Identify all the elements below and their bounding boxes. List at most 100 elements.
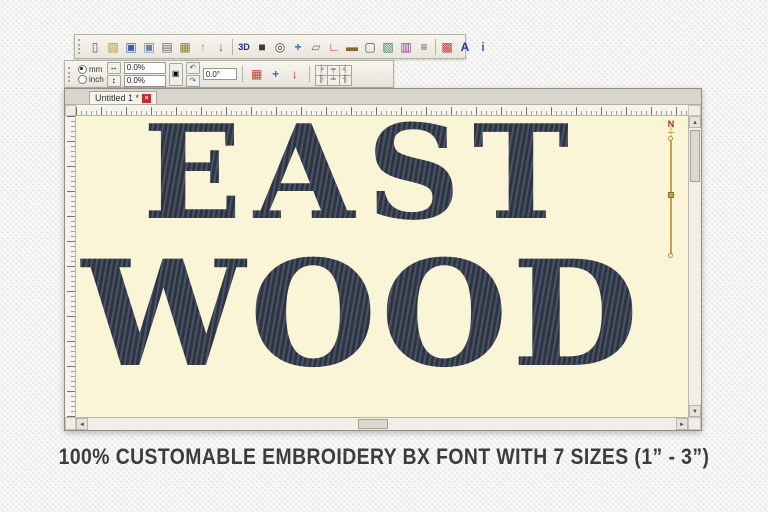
toolbar-separator xyxy=(308,66,310,82)
list-button[interactable]: ≡ xyxy=(415,38,433,56)
palette-button[interactable]: ▩ xyxy=(438,38,456,56)
copy-button[interactable]: ▤ xyxy=(158,38,176,56)
rotate-left-button[interactable]: ↶ xyxy=(185,61,200,74)
tab-close-button[interactable]: × xyxy=(142,93,152,103)
move-button[interactable]: + xyxy=(289,38,307,56)
needle-point-button[interactable]: ↓ xyxy=(286,65,304,83)
vertical-scrollbar[interactable]: ▲ ▼ xyxy=(688,116,701,417)
3d-view-button[interactable]: 3D xyxy=(235,38,253,56)
document-window: Untitled 1 * × EAST WOOD N ┼ ▲ ▼ ◄ ► xyxy=(64,88,702,431)
chart-button[interactable]: ▥ xyxy=(397,38,415,56)
color-slider-bottom-node xyxy=(668,253,673,258)
align-middle-v-icon: ╢ xyxy=(342,76,348,83)
save-all-button[interactable]: ▣ xyxy=(140,38,158,56)
align-middle-v-button[interactable]: ╢ xyxy=(338,74,352,86)
color-slider-handle[interactable] xyxy=(668,192,674,198)
measure-icon: ∟ xyxy=(328,39,340,54)
scroll-bottom-left-cap xyxy=(65,417,76,430)
new-document-button[interactable]: ▯ xyxy=(86,38,104,56)
scroll-bottom-right-cap xyxy=(688,417,701,430)
horizontal-ruler xyxy=(76,105,688,116)
image-icon: ▧ xyxy=(382,39,394,54)
unit-inch-radio[interactable]: inch xyxy=(78,74,104,84)
measure-button[interactable]: ∟ xyxy=(325,38,343,56)
align-right-icon: ╡ xyxy=(342,66,348,73)
align-top-icon: ╤ xyxy=(330,66,336,73)
alignment-buttons: ╞ ╤ ╡ ╟ ╧ ╢ xyxy=(314,64,352,86)
ruler-button[interactable]: ▬ xyxy=(343,38,361,56)
promo-caption: 100% CUSTOMABLE EMBROIDERY BX FONT WITH … xyxy=(58,444,710,469)
horizontal-scrollbar[interactable]: ◄ ► xyxy=(76,417,688,430)
arrow-down-icon: ↓ xyxy=(218,39,224,54)
compass-north-icon: N ┼ xyxy=(668,120,675,137)
design-view-button[interactable]: ■ xyxy=(253,38,271,56)
save-button[interactable]: ▣ xyxy=(122,38,140,56)
colors-icon: ▦ xyxy=(251,67,263,81)
align-bottom-icon: ╧ xyxy=(330,76,336,83)
toolbar-grip-2[interactable] xyxy=(68,66,73,82)
align-middle-h-icon: ╟ xyxy=(318,76,324,83)
open-folder-icon: ▨ xyxy=(107,39,119,54)
rotate-left-icon: ↶ xyxy=(189,62,197,72)
save-icon: ▣ xyxy=(125,39,137,54)
scroll-left-button[interactable]: ◄ xyxy=(76,418,88,430)
color-slider-track[interactable] xyxy=(668,136,674,258)
scale-x-input[interactable] xyxy=(123,61,166,74)
document-tab-title: Untitled 1 * xyxy=(95,93,140,103)
toolbar-separator xyxy=(241,66,243,82)
image-button[interactable]: ▧ xyxy=(379,38,397,56)
angle-input[interactable] xyxy=(202,68,237,80)
thread-color-bar: N ┼ xyxy=(662,120,680,258)
width-arrow-icon: ↔ xyxy=(109,62,118,72)
unit-mm-label: mm xyxy=(89,64,103,74)
stitch-back-button[interactable]: ↓ xyxy=(212,38,230,56)
scale-y-input[interactable] xyxy=(123,74,166,87)
design-view-icon: ■ xyxy=(258,39,266,54)
center-design-button[interactable]: + xyxy=(267,65,285,83)
info-button[interactable]: i xyxy=(474,38,492,56)
3d-view-label: 3D xyxy=(238,41,250,52)
eraser-button[interactable]: ▱ xyxy=(307,38,325,56)
height-spin-button[interactable]: ↕ xyxy=(106,74,121,87)
design-text-wood[interactable]: WOOD xyxy=(76,242,648,388)
frame-button[interactable]: ▢ xyxy=(361,38,379,56)
design-tools-cluster: ▦ + ↓ xyxy=(248,65,304,83)
stitch-forward-button[interactable]: ↑ xyxy=(194,38,212,56)
align-left-icon: ╞ xyxy=(318,66,324,73)
toolbar-grip[interactable] xyxy=(78,39,83,54)
needle-icon: ↓ xyxy=(291,67,298,81)
design-canvas[interactable]: EAST WOOD N ┼ xyxy=(76,116,688,417)
zoom-icon: ◎ xyxy=(274,39,286,54)
scroll-top-cap xyxy=(688,105,701,116)
chart-icon: ▥ xyxy=(400,39,412,54)
open-file-button[interactable]: ▨ xyxy=(104,38,122,56)
ruler-icon: ▬ xyxy=(346,39,358,54)
scroll-right-button[interactable]: ► xyxy=(676,418,688,430)
design-text-east[interactable]: EAST xyxy=(76,116,648,238)
move-cross-icon: + xyxy=(272,67,280,81)
move-icon: + xyxy=(294,39,302,54)
document-tab[interactable]: Untitled 1 * × xyxy=(89,91,158,104)
text-tool-button[interactable]: A xyxy=(456,38,474,56)
radio-dot-inch xyxy=(78,74,87,84)
document-tab-bar: Untitled 1 * × xyxy=(65,89,701,105)
settings-toolbar: mm inch ↔ ↕ ▣ ↶ ↷ ▦ + ↓ ╞ ╤ ╡ ╟ ╧ ╢ xyxy=(64,60,394,88)
rotate-right-icon: ↷ xyxy=(189,75,197,85)
vertical-scroll-thumb[interactable] xyxy=(690,130,700,182)
unit-mm-radio[interactable]: mm xyxy=(78,64,104,74)
info-icon: i xyxy=(481,39,485,54)
scroll-down-button[interactable]: ▼ xyxy=(689,405,701,417)
unit-inch-label: inch xyxy=(89,74,104,84)
list-icon: ≡ xyxy=(420,39,428,54)
frame-icon: ▢ xyxy=(364,39,376,54)
main-toolbar-icons: ▯ ▨ ▣ ▣ ▤ ▦ ↑ ↓ 3D ■ ◎ + ▱ ∟ ▬ ▢ ▧ ▥ ≡ ▩ Ai xyxy=(86,38,492,56)
colors-button[interactable]: ▦ xyxy=(248,65,266,83)
horizontal-scroll-thumb[interactable] xyxy=(357,419,388,429)
zoom-button[interactable]: ◎ xyxy=(271,38,289,56)
rotate-right-button[interactable]: ↷ xyxy=(185,74,200,87)
paste-button[interactable]: ▦ xyxy=(176,38,194,56)
lock-proportions-button[interactable]: ▣ xyxy=(168,62,183,86)
width-spin-button[interactable]: ↔ xyxy=(106,61,121,74)
new-document-icon: ▯ xyxy=(91,39,99,54)
scroll-up-button[interactable]: ▲ xyxy=(689,116,701,128)
